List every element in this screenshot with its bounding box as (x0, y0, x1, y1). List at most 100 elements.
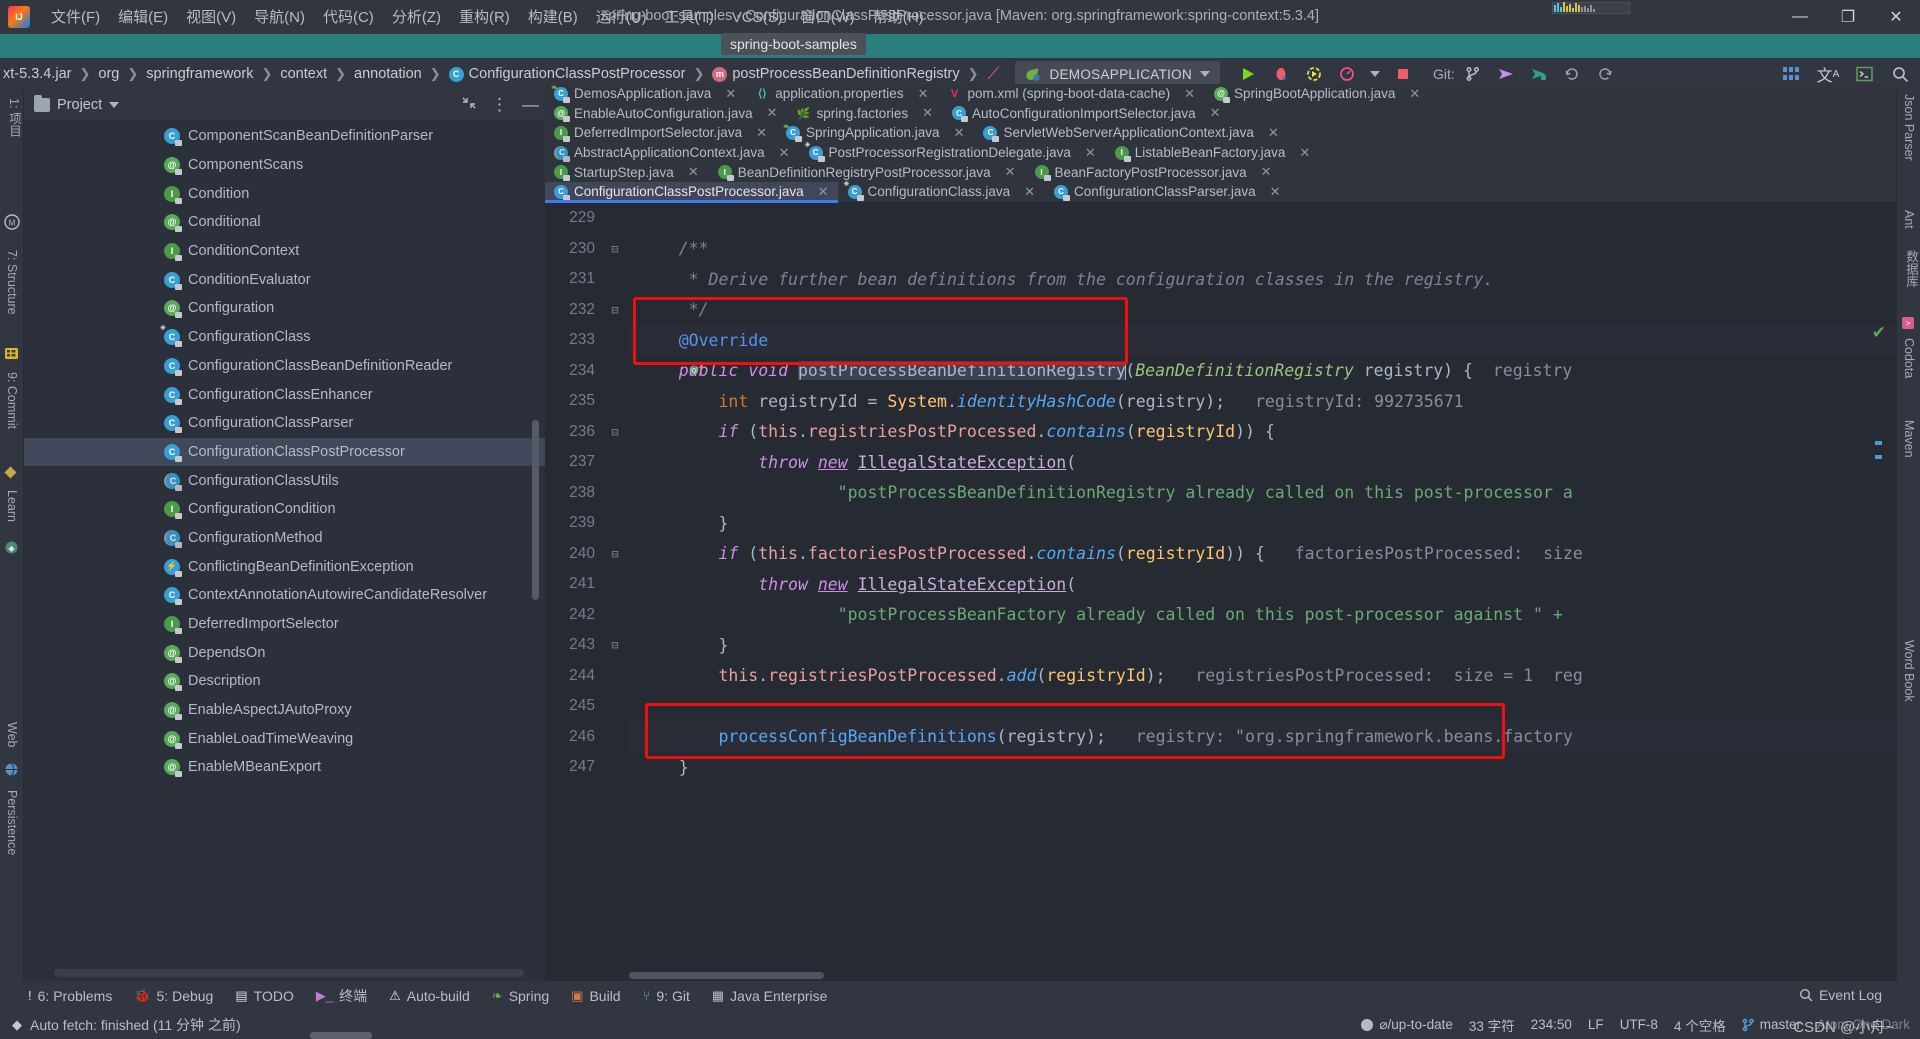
translate-icon[interactable]: 文A (1817, 64, 1840, 85)
menu-item-12[interactable]: 帮助(H) (864, 6, 933, 29)
line-separator[interactable]: LF (1588, 1017, 1604, 1032)
project-tree[interactable]: C ComponentScanBeanDefinitionParser @ Compo… (24, 120, 545, 963)
tool-window-button-4[interactable]: ⚠ Auto-build (389, 988, 470, 1004)
tool-window-button-3[interactable]: ▶_ 终端 (316, 986, 367, 1006)
memory-indicator[interactable] (1552, 2, 1630, 14)
close-tab-icon[interactable]: ✕ (1268, 125, 1279, 141)
hammer-icon[interactable]: ⟋ (988, 64, 1000, 84)
fold-marker[interactable]: ⊟ (601, 638, 629, 652)
hide-panel-icon[interactable]: — (522, 95, 539, 115)
menu-item-4[interactable]: 代码(C) (314, 6, 383, 29)
tool-window-button-7[interactable]: ⑂ 9: Git (643, 988, 690, 1004)
close-tab-icon[interactable]: ✕ (1261, 164, 1272, 180)
tool-window-button-2[interactable]: ▤ TODO (235, 988, 294, 1004)
tree-item[interactable]: C ConfigurationClassPostProcessor (24, 437, 545, 467)
rail-item-web[interactable]: Web (5, 722, 19, 747)
tree-item[interactable]: C ConfigurationMethod (24, 524, 545, 553)
tree-item[interactable]: C ✳ ConfigurationClass (24, 323, 545, 352)
terminal-icon[interactable] (1854, 64, 1874, 84)
rail-item-word-book[interactable]: Word Book (1902, 640, 1916, 702)
menu-item-5[interactable]: 分析(Z) (383, 6, 450, 29)
editor-tab[interactable]: C ✳ PostProcessorRegistrationDelegate.java… (799, 142, 1106, 163)
menu-item-1[interactable]: 编辑(E) (109, 6, 177, 29)
database-icon[interactable] (4, 346, 20, 362)
breadcrumb-item-6[interactable]: m postProcessBeanDefinitionRegistry (709, 64, 962, 84)
tree-item[interactable]: C ConfigurationClassParser (24, 409, 545, 438)
tree-item[interactable]: C ConfigurationClassEnhancer (24, 380, 545, 409)
tree-item[interactable]: C ComponentScanBeanDefinitionParser (24, 122, 545, 151)
rail-item-structure[interactable]: 7: Structure (5, 250, 19, 315)
code-editor[interactable]: 229 230 ⊟ /** 231 * Derive further bean … (545, 203, 1896, 981)
editor-tab[interactable]: C AutoConfigurationImportSelector.java ✕ (942, 103, 1231, 124)
close-button[interactable]: ✕ (1872, 0, 1920, 34)
git-update-icon[interactable] (1496, 64, 1516, 84)
run-with-coverage-icon[interactable] (1304, 64, 1324, 84)
editor-tab[interactable]: C ✳ ConfigurationClass.java ✕ (838, 181, 1046, 202)
indent-setting[interactable]: 4 个空格 (1674, 1015, 1726, 1035)
fold-marker[interactable]: ⊟ (601, 242, 629, 256)
tree-item[interactable]: @ DependsOn (24, 638, 545, 667)
tree-item[interactable]: I ConfigurationCondition (24, 495, 545, 524)
close-tab-icon[interactable]: ✕ (818, 184, 829, 200)
project-tree-hscrollbar[interactable] (54, 969, 524, 977)
tool-window-button-6[interactable]: ▣ Build (571, 988, 620, 1004)
web-globe-icon[interactable] (4, 762, 20, 778)
editor-tab[interactable]: @ SpringBootApplication.java ✕ (1204, 84, 1431, 104)
bottom-scrollbar[interactable] (310, 1032, 372, 1039)
editor-tab[interactable]: C ServletWebServerApplicationContext.java… (974, 123, 1289, 143)
menu-item-2[interactable]: 视图(V) (177, 6, 245, 29)
close-tab-icon[interactable]: ✕ (1299, 145, 1310, 161)
editor-tab[interactable]: C AbstractApplicationContext.java ✕ (545, 142, 800, 163)
breadcrumb-item-2[interactable]: springframework (143, 64, 256, 84)
close-tab-icon[interactable]: ✕ (1210, 105, 1221, 121)
tool-window-button-1[interactable]: 🐞 5: Debug (134, 988, 213, 1004)
run-icon[interactable] (1238, 64, 1258, 84)
editor-tab[interactable]: @ EnableAutoConfiguration.java ✕ (545, 103, 788, 124)
tool-window-button-5[interactable]: ❧ Spring (492, 988, 549, 1004)
editor-tab[interactable]: C ❧ DemosApplication.java ✕ (545, 83, 747, 104)
main-menu[interactable]: 文件(F) 编辑(E) 视图(V) 导航(N) 代码(C) 分析(Z) 重构(R) 构建(B)… (42, 6, 933, 29)
close-tab-icon[interactable]: ✕ (1409, 86, 1420, 102)
project-view-chevron-down-icon[interactable] (109, 102, 120, 108)
breadcrumb-item-3[interactable]: context (277, 64, 330, 84)
grid-icon[interactable] (1782, 64, 1802, 84)
tool-window-button-0[interactable]: ! 6: Problems (28, 988, 112, 1004)
minimize-button[interactable]: — (1776, 0, 1824, 34)
breadcrumb[interactable]: xt-5.3.4.jar ❯ org ❯ springframework ❯ context… (0, 64, 1003, 84)
tree-item[interactable]: @ ComponentScans (24, 151, 545, 180)
tree-item[interactable]: @ EnableAspectJAutoProxy (24, 696, 545, 725)
git-history-icon[interactable] (1562, 64, 1582, 84)
close-tab-icon[interactable]: ✕ (922, 105, 933, 121)
editor-tab[interactable]: I BeanFactoryPostProcessor.java ✕ (1025, 162, 1282, 182)
close-tab-icon[interactable]: ✕ (756, 125, 767, 141)
tree-item[interactable]: @ EnableMBeanExport (24, 753, 545, 782)
rail-item-maven[interactable]: Maven (1902, 420, 1916, 458)
maximize-restore-button[interactable]: ❐ (1824, 0, 1872, 34)
editor-tab[interactable]: ⟨⟩ application.properties ✕ (746, 84, 939, 104)
search-icon[interactable] (1890, 64, 1910, 84)
menu-item-8[interactable]: 运行(U) (587, 6, 656, 29)
tree-item[interactable]: I Condition (24, 179, 545, 208)
fold-marker[interactable]: O (601, 349, 704, 392)
tree-item[interactable]: C ConfigurationClassUtils (24, 466, 545, 495)
event-log-button[interactable]: Event Log (1799, 980, 1882, 1009)
git-branch-icon[interactable] (1463, 64, 1483, 84)
close-tab-icon[interactable]: ✕ (767, 105, 778, 121)
more-options-icon[interactable]: ⋮ (491, 95, 508, 115)
editor-tab[interactable]: Vpom.xml (spring-boot-data-cache) ✕ (938, 84, 1205, 104)
profiler-chevron-down-icon[interactable] (1370, 71, 1381, 77)
tree-item[interactable]: I DeferredImportSelector (24, 610, 545, 639)
tree-item[interactable]: @ Description (24, 667, 545, 696)
git-branch-status[interactable]: master (1742, 1017, 1801, 1032)
tree-item[interactable]: C ContextAnnotationAutowireCandidateResol… (24, 581, 545, 610)
tree-item[interactable]: C ConditionEvaluator (24, 265, 545, 294)
collapse-all-icon[interactable] (461, 95, 477, 115)
fold-marker[interactable]: ⊟ (601, 303, 629, 317)
vcs-status[interactable]: ⌀/up-to-date (1361, 1017, 1453, 1033)
tree-item[interactable]: @ EnableLoadTimeWeaving (24, 724, 545, 753)
tool-window-button-8[interactable]: ▦ Java Enterprise (712, 988, 828, 1004)
maven-circle-icon[interactable]: M (4, 214, 20, 230)
caret-position[interactable]: 234:50 (1531, 1017, 1572, 1032)
rail-item-codota[interactable]: Codota (1902, 338, 1916, 378)
editor-tab[interactable]: I DeferredImportSelector.java ✕ (545, 123, 777, 143)
